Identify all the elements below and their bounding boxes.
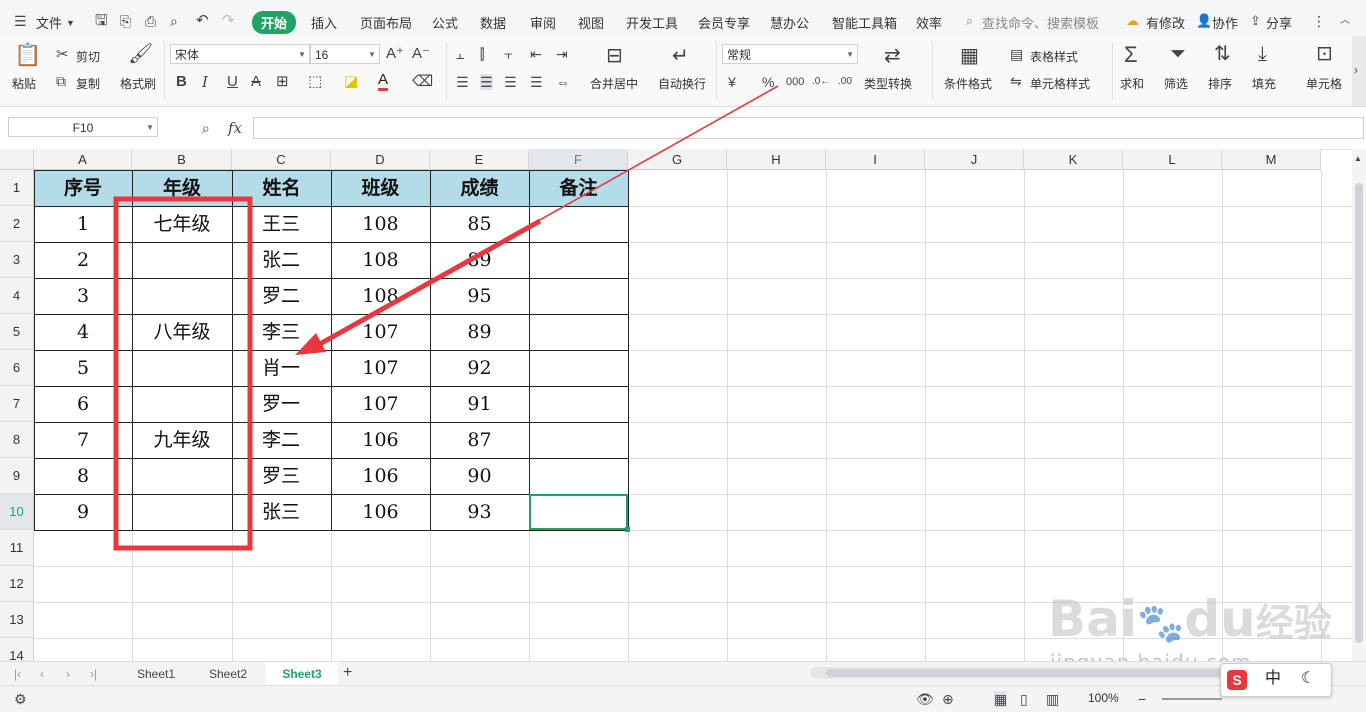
first-sheet-icon[interactable]: |‹	[14, 666, 21, 682]
add-sheet-icon[interactable]: +	[343, 665, 352, 681]
annotation-arrow-line	[316, 218, 542, 348]
macro-icon[interactable]: ⚙	[14, 691, 27, 707]
prev-sheet-icon[interactable]: ‹	[40, 666, 44, 682]
sheet-tab-3[interactable]: Sheet3	[266, 662, 338, 686]
sheet-tab-bar: |‹ ‹ › ›| Sheet1 Sheet2 Sheet3 +	[0, 661, 1366, 686]
sheet-tab-1[interactable]: Sheet1	[120, 662, 192, 686]
ime-mode-button[interactable]: 中	[1265, 671, 1281, 687]
moon-icon[interactable]: ☾	[1301, 671, 1315, 687]
watermark-logo: Bai🐾du经验	[1048, 590, 1332, 648]
eye-protection-icon[interactable]: 👁	[916, 691, 934, 707]
last-sheet-icon[interactable]: ›|	[90, 666, 97, 682]
zoom-level[interactable]: 100%	[1088, 691, 1119, 705]
zoom-out-icon[interactable]: −	[1138, 691, 1146, 707]
sheet-tab-2[interactable]: Sheet2	[192, 662, 264, 686]
watermark-text: Bai	[1048, 590, 1137, 648]
input-method-icon[interactable]: ⊕	[942, 691, 954, 707]
normal-view-icon[interactable]: ▦	[994, 691, 1008, 707]
paw-icon: 🐾	[1137, 601, 1185, 645]
page-layout-view-icon[interactable]: ▯	[1020, 691, 1028, 707]
annotation-box	[113, 196, 253, 551]
page-break-view-icon[interactable]: ▥	[1046, 691, 1059, 707]
zoom-slider[interactable]	[1162, 698, 1222, 700]
next-sheet-icon[interactable]: ›	[66, 666, 70, 682]
status-bar: ⚙ 👁 ⊕ ▦ ▯ ▥ 100% −	[0, 685, 1366, 712]
watermark-text: 经验	[1255, 601, 1332, 645]
ime-toolbar: S 中 ☾	[1220, 663, 1332, 697]
annotation-arrow-head	[295, 333, 326, 355]
sogou-icon[interactable]: S	[1227, 670, 1247, 690]
watermark-text: du	[1184, 590, 1256, 648]
